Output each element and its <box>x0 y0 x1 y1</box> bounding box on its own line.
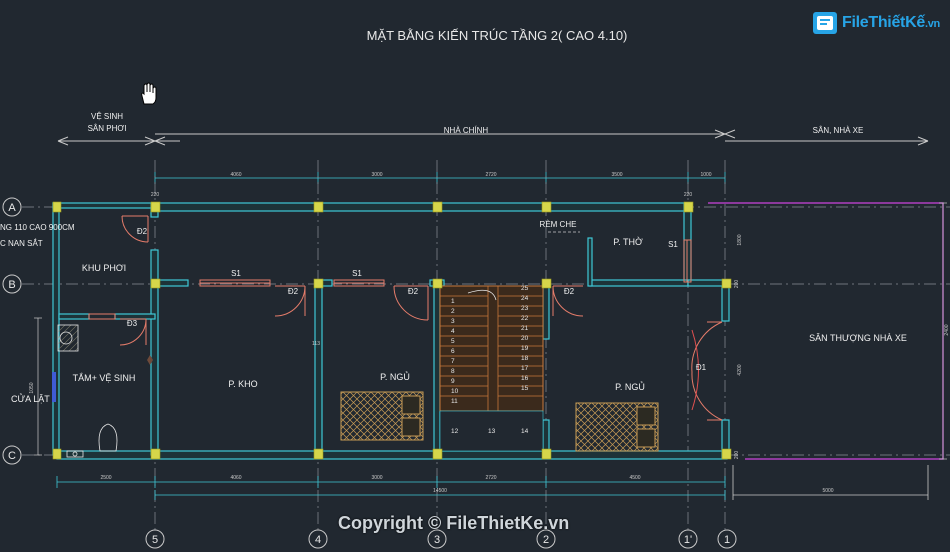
dim-right-bottom: 5000 <box>822 488 833 494</box>
stair-step-right-23: 23 <box>521 305 529 312</box>
stair-step-left-4: 4 <box>451 328 455 335</box>
dim-top-1: 4060 <box>230 172 241 178</box>
dim-top-4: 3500 <box>611 172 622 178</box>
cad-viewport[interactable]: MẶT BẰNG KIẾN TRÚC TẦNG 2( CAO 4.10) VỆ … <box>0 0 950 552</box>
bottom-dimension-line <box>56 476 726 500</box>
stair-step-right-15: 15 <box>521 385 529 392</box>
stair-step-left-5: 5 <box>451 338 455 345</box>
stair-step-right-20: 20 <box>521 335 529 342</box>
stair-step-left-8: 8 <box>451 368 455 375</box>
note-2: C NAN SẮT <box>0 239 43 248</box>
dim-total: 14500 <box>433 488 447 494</box>
copyright-watermark: Copyright © FileThietKe.vn <box>338 513 570 533</box>
dim-side-7: 200 <box>734 451 740 460</box>
label-rem-che: RÈM CHE <box>540 220 577 229</box>
dim-bottom-2: 4060 <box>230 475 241 481</box>
stair-step-right-25: 25 <box>521 285 529 292</box>
dim-side-5: 2400 <box>944 324 950 335</box>
drawing-title: MẶT BẰNG KIẾN TRÚC TẦNG 2( CAO 4.10) <box>367 28 628 43</box>
room-khu-phoi: KHU PHƠI <box>82 263 126 273</box>
room-p-kho: P. KHO <box>228 379 257 389</box>
tag-d3: Đ3 <box>127 319 138 328</box>
brand-name: FileThiếtKế <box>842 14 925 31</box>
dim-bottom-1: 2500 <box>100 475 111 481</box>
zone-left-line1: VỆ SINH <box>91 112 123 121</box>
axis-label-1: 1 <box>724 534 730 546</box>
stair-step-right-21: 21 <box>521 325 529 332</box>
room-p-tho: P. THỜ <box>613 237 643 247</box>
stair-step-right-16: 16 <box>521 375 529 382</box>
bottom-right-dimension <box>732 465 929 500</box>
stair-step-left-10: 10 <box>451 388 459 395</box>
stair-step-left-11: 11 <box>451 398 458 405</box>
zone-arrows <box>57 129 929 146</box>
stair-step-left-2: 2 <box>451 308 455 315</box>
zone-middle: NHÀ CHÍNH <box>444 126 489 135</box>
dim-bottom-5: 4500 <box>629 475 640 481</box>
room-san-thuong: SÂN THƯỢNG NHÀ XE <box>809 333 907 343</box>
axis-label-b: B <box>8 279 15 291</box>
stair-step-left-3: 3 <box>451 318 455 325</box>
dim-bottom-3: 3000 <box>371 475 382 481</box>
brand-suffix: .vn <box>924 18 940 30</box>
tag-d1: Đ1 <box>696 363 707 372</box>
dim-top-3: 2720 <box>485 172 496 178</box>
note-cua-lat: CỬA LẬT <box>11 393 50 404</box>
dim-side-3: 1800 <box>737 234 743 245</box>
bathroom-fixtures <box>57 324 118 458</box>
dim-side-6: 200 <box>734 280 740 289</box>
stair-step-right-19: 19 <box>521 345 529 352</box>
stair-step-right-17: 17 <box>521 365 529 372</box>
tag-s1-c: S1 <box>668 240 678 249</box>
dim-top-5: 1000 <box>700 172 711 178</box>
dim-side-1: 1050 <box>29 382 35 393</box>
cua-lat-window <box>52 372 56 402</box>
room-tam-ve-sinh: TẮM+ VỆ SINH <box>73 373 136 383</box>
stair-step-right-14: 14 <box>521 428 529 435</box>
axis-label-1-prime: 1' <box>684 534 692 546</box>
tag-d2-d: Đ2 <box>564 287 575 296</box>
axis-label-a: A <box>8 202 16 214</box>
dim-top-2: 3000 <box>371 172 382 178</box>
tag-s1-a: S1 <box>231 269 241 278</box>
note-1: NG 110 CAO 900CM <box>0 223 75 232</box>
stair-step-left-1: 1 <box>451 298 455 305</box>
dim-side-2: 113 <box>312 341 320 347</box>
zone-left-line2: SÂN PHƠI <box>88 124 127 133</box>
zone-right: SÂN, NHÀ XE <box>813 126 864 135</box>
row-axis-bubbles <box>2 197 22 465</box>
stair-step-left-6: 6 <box>451 348 455 355</box>
bed-2 <box>575 402 659 452</box>
tag-d2-c: Đ2 <box>408 287 419 296</box>
dim-bottom-4: 2720 <box>485 475 496 481</box>
bed-1 <box>340 391 424 441</box>
stair-step-mid: 13 <box>488 428 496 435</box>
brand-logo-icon <box>813 12 837 34</box>
stair-step-right-24: 24 <box>521 295 529 302</box>
dim-side-4: 4200 <box>737 364 743 375</box>
roof-terrace-boundary <box>708 202 944 460</box>
hand-pan-cursor-icon <box>141 82 157 105</box>
axis-label-c: C <box>8 450 16 462</box>
axis-label-3: 3 <box>434 534 440 546</box>
tag-d2-b: Đ2 <box>288 287 299 296</box>
left-dimension <box>34 317 42 456</box>
room-p-ngu-2: P. NGỦ <box>615 381 645 392</box>
axis-label-2: 2 <box>543 534 549 546</box>
axis-label-5: 5 <box>152 534 158 546</box>
room-p-ngu-1: P. NGỦ <box>380 371 410 382</box>
tag-s1-b: S1 <box>352 269 362 278</box>
stair-step-right-18: 18 <box>521 355 529 362</box>
stair-step-left-7: 7 <box>451 358 455 365</box>
stair-step-left-12: 12 <box>451 428 459 435</box>
axis-label-4: 4 <box>315 534 321 546</box>
brand-logo-text: FileThiếtKế.vn <box>842 14 940 32</box>
stair-step-left-9: 9 <box>451 378 455 385</box>
stair-step-right-22: 22 <box>521 315 529 322</box>
tag-d2-a: Đ2 <box>137 227 148 236</box>
